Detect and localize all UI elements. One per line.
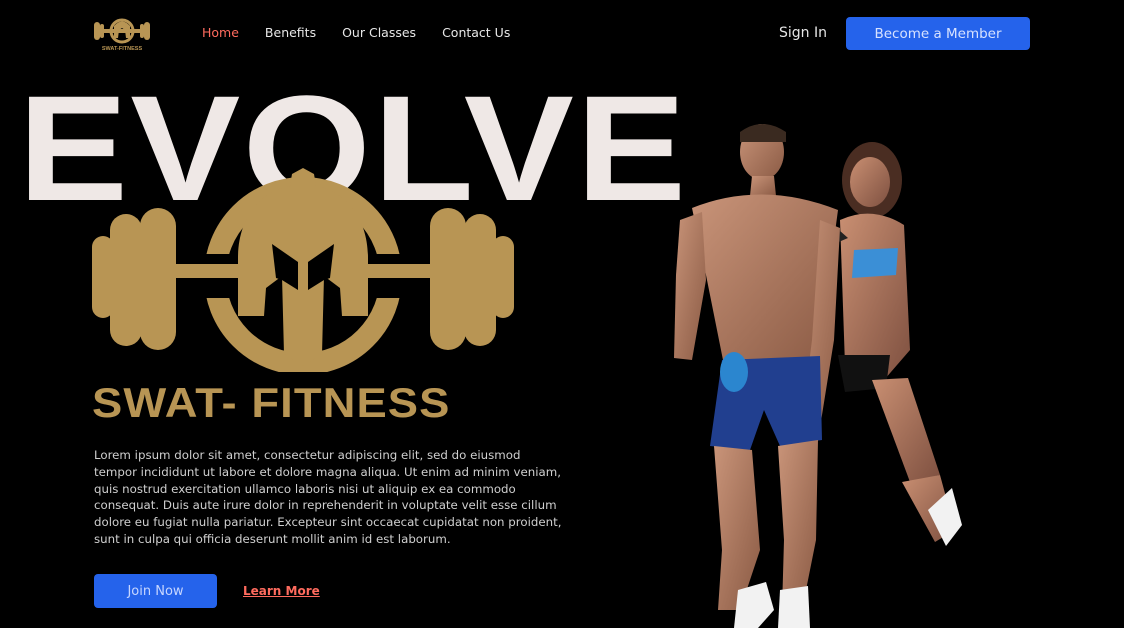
spartan-helmet-dumbbell-icon — [92, 166, 514, 375]
nav-link-contact-us[interactable]: Contact Us — [442, 25, 510, 40]
join-now-button[interactable]: Join Now — [94, 574, 217, 608]
hero-description: Lorem ipsum dolor sit amet, consectetur … — [94, 448, 562, 546]
nav-link-our-classes[interactable]: Our Classes — [342, 25, 416, 40]
fitness-couple-photo — [640, 110, 980, 628]
main-nav: Home Benefits Our Classes Contact Us — [202, 25, 510, 40]
spartan-helmet-dumbbell-icon: SWAT-FITNESS — [94, 18, 150, 52]
become-member-button[interactable]: Become a Member — [846, 17, 1030, 50]
nav-logo-text: SWAT-FITNESS — [102, 46, 143, 52]
nav-link-benefits[interactable]: Benefits — [265, 25, 316, 40]
nav-logo[interactable]: SWAT-FITNESS — [92, 14, 152, 54]
brand-wordmark: SWAT- FITNESS — [92, 379, 451, 426]
sign-in-link[interactable]: Sign In — [779, 25, 827, 41]
nav-link-home[interactable]: Home — [202, 25, 239, 40]
learn-more-link[interactable]: Learn More — [243, 584, 320, 598]
